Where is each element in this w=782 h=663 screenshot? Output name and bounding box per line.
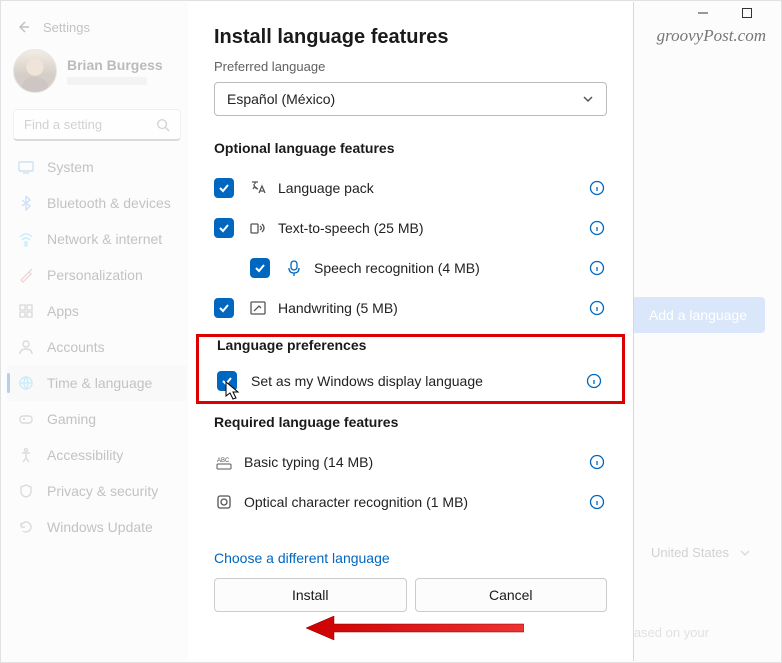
cancel-button[interactable]: Cancel	[415, 578, 608, 612]
sidebar-item-label: Privacy & security	[47, 483, 158, 499]
feature-label: Text-to-speech (25 MB)	[278, 220, 424, 236]
highlight-annotation: Language preferences Set as my Windows d…	[196, 334, 625, 404]
settings-title: Settings	[43, 20, 90, 35]
sidebar-item-bluetooth[interactable]: Bluetooth & devices	[7, 185, 187, 221]
feature-speech: Speech recognition (4 MB)	[214, 248, 607, 288]
feature-label: Speech recognition (4 MB)	[314, 260, 480, 276]
sidebar-item-label: Accessibility	[47, 447, 123, 463]
feature-handwriting: Handwriting (5 MB)	[214, 288, 607, 328]
sidebar-item-label: System	[47, 159, 94, 175]
keyboard-icon: ABC	[214, 452, 234, 472]
handwriting-icon	[248, 298, 268, 318]
minimize-button[interactable]	[696, 6, 710, 20]
info-icon[interactable]	[586, 373, 602, 389]
install-language-dialog: Install language features Preferred lang…	[188, 2, 634, 661]
dialog-title: Install language features	[214, 26, 607, 49]
wifi-icon	[17, 230, 35, 248]
avatar[interactable]	[13, 49, 57, 93]
info-icon[interactable]	[589, 260, 605, 276]
sidebar-item-label: Accounts	[47, 339, 105, 355]
bg-bottom-text: based on your	[627, 625, 709, 640]
user-email	[67, 77, 147, 85]
cursor-icon	[224, 380, 242, 402]
checkbox-handwriting[interactable]	[214, 298, 234, 318]
preferred-language-label: Preferred language	[214, 59, 607, 74]
accessibility-icon	[17, 446, 35, 464]
shield-icon	[17, 482, 35, 500]
sidebar-item-apps[interactable]: Apps	[7, 293, 187, 329]
sidebar-item-personalization[interactable]: Personalization	[7, 257, 187, 293]
checkbox-language-pack[interactable]	[214, 178, 234, 198]
microphone-icon	[284, 258, 304, 278]
bg-country-selector[interactable]: United States	[651, 545, 751, 560]
sidebar-item-label: Windows Update	[47, 519, 153, 535]
info-icon[interactable]	[589, 454, 605, 470]
sidebar-item-privacy[interactable]: Privacy & security	[7, 473, 187, 509]
globe-icon	[17, 374, 35, 392]
back-icon[interactable]	[15, 19, 31, 35]
checkbox-speech[interactable]	[250, 258, 270, 278]
info-icon[interactable]	[589, 300, 605, 316]
paintbrush-icon	[17, 266, 35, 284]
sidebar-item-label: Time & language	[47, 375, 152, 391]
update-icon	[17, 518, 35, 536]
sidebar-item-system[interactable]: System	[7, 149, 187, 185]
chevron-down-icon	[582, 93, 594, 105]
apps-icon	[17, 302, 35, 320]
gaming-icon	[17, 410, 35, 428]
tts-icon	[248, 218, 268, 238]
feature-ocr: Optical character recognition (1 MB)	[214, 482, 607, 522]
language-pack-icon	[248, 178, 268, 198]
optional-features-heading: Optional language features	[214, 140, 607, 156]
info-icon[interactable]	[589, 494, 605, 510]
sidebar-item-network[interactable]: Network & internet	[7, 221, 187, 257]
sidebar-item-gaming[interactable]: Gaming	[7, 401, 187, 437]
info-icon[interactable]	[589, 180, 605, 196]
add-language-button[interactable]: Add a language	[631, 297, 765, 333]
feature-label: Basic typing (14 MB)	[244, 454, 373, 470]
install-button[interactable]: Install	[214, 578, 407, 612]
info-icon[interactable]	[589, 220, 605, 236]
language-preferences-heading: Language preferences	[217, 337, 366, 353]
svg-text:ABC: ABC	[217, 458, 230, 464]
sidebar-item-label: Network & internet	[47, 231, 162, 247]
sidebar-item-label: Gaming	[47, 411, 96, 427]
bluetooth-icon	[17, 194, 35, 212]
watermark: groovyPost.com	[657, 26, 766, 46]
choose-different-language-link[interactable]: Choose a different language	[214, 550, 607, 566]
selected-language: Español (México)	[227, 91, 335, 107]
sidebar-item-time-language[interactable]: Time & language	[7, 365, 187, 401]
feature-label: Language pack	[278, 180, 374, 196]
sidebar-item-label: Apps	[47, 303, 79, 319]
required-features-heading: Required language features	[214, 414, 607, 430]
sidebar-item-label: Bluetooth & devices	[47, 195, 171, 211]
feature-language-pack: Language pack	[214, 168, 607, 208]
search-input[interactable]: Find a setting	[13, 109, 181, 141]
sidebar-item-update[interactable]: Windows Update	[7, 509, 187, 545]
chevron-down-icon	[739, 547, 751, 559]
sidebar-item-accounts[interactable]: Accounts	[7, 329, 187, 365]
language-dropdown[interactable]: Español (México)	[214, 82, 607, 116]
search-placeholder: Find a setting	[24, 117, 102, 132]
feature-label: Set as my Windows display language	[251, 373, 483, 389]
feature-label: Optical character recognition (1 MB)	[244, 494, 468, 510]
sidebar-item-accessibility[interactable]: Accessibility	[7, 437, 187, 473]
person-icon	[17, 338, 35, 356]
checkbox-tts[interactable]	[214, 218, 234, 238]
feature-set-display-language: Set as my Windows display language	[217, 361, 604, 401]
ocr-icon	[214, 492, 234, 512]
system-icon	[17, 158, 35, 176]
feature-basic-typing: ABC Basic typing (14 MB)	[214, 442, 607, 482]
search-icon	[156, 118, 170, 132]
user-name: Brian Burgess	[67, 57, 163, 73]
sidebar-item-label: Personalization	[47, 267, 143, 283]
feature-label: Handwriting (5 MB)	[278, 300, 398, 316]
feature-tts: Text-to-speech (25 MB)	[214, 208, 607, 248]
maximize-button[interactable]	[740, 6, 754, 20]
